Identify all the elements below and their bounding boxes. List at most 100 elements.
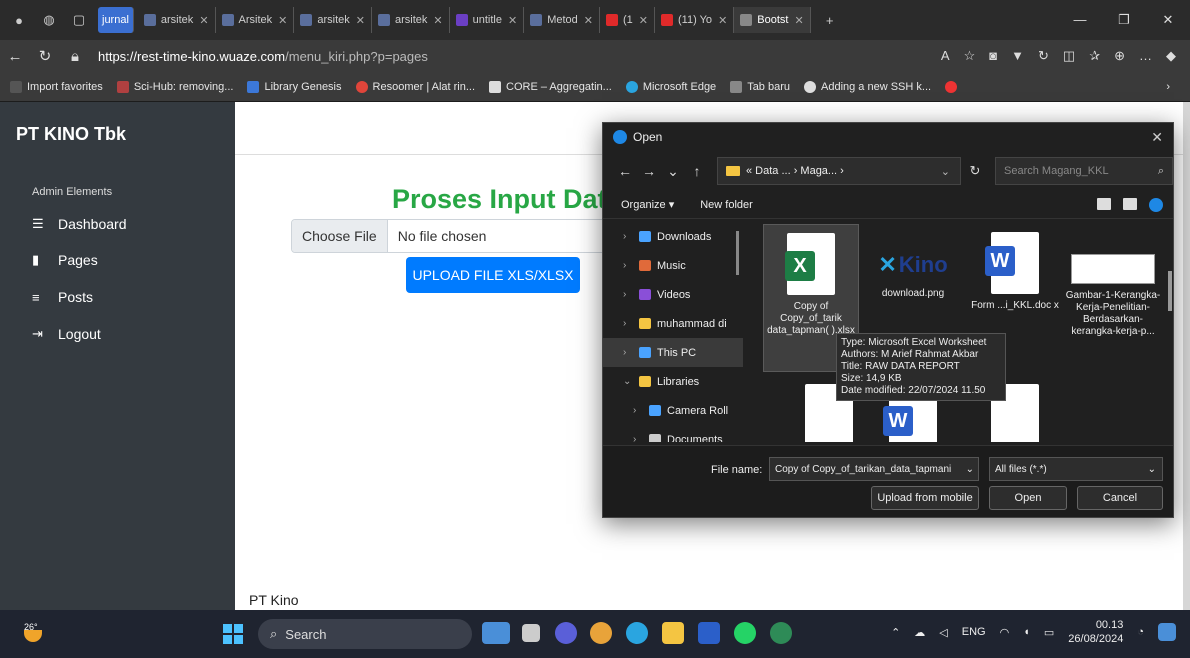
chevron-right-icon[interactable]: › [623,318,639,329]
choose-file-button[interactable]: Choose File [292,220,388,252]
browser-tab[interactable]: Arsitek ✕ [216,7,295,33]
favorite-item[interactable]: Library Genesis [247,80,342,93]
teams-icon[interactable] [555,622,577,644]
tab-group-jurnal[interactable]: jurnal [98,7,134,33]
favorites-icon[interactable]: ✰ [1089,48,1100,64]
lock-icon[interactable]: 🔒︎ [60,48,90,65]
page-scrollbar[interactable] [1183,102,1190,610]
file-grid-scrollbar[interactable] [1168,271,1172,311]
favorite-item[interactable]: Sci-Hub: removing... [116,80,233,93]
up-icon[interactable]: ↑ [685,163,709,179]
task-view-icon[interactable] [522,624,540,642]
close-icon[interactable]: ✕ [199,14,208,27]
favorite-item[interactable]: Adding a new SSH k... [804,80,931,93]
browser-tab[interactable]: arsitek ✕ [294,7,372,33]
close-icon[interactable]: ✕ [584,14,593,27]
restore-icon[interactable]: ❐ [1102,12,1146,28]
clock[interactable]: 00.13 26/08/2024 [1068,618,1123,646]
search-input[interactable]: Search Magang_KKL ⌕ [995,157,1173,185]
preview-pane-icon[interactable] [1123,197,1137,210]
profile-icon[interactable]: ● [8,9,30,31]
close-icon[interactable]: ✕ [718,14,727,27]
file-item[interactable]: W Form ...i_KKL.doc x [967,224,1063,312]
file-type-select[interactable]: All files (*.*) ⌄ [989,457,1163,481]
browser-tab[interactable]: arsitek ✕ [372,7,450,33]
extension-icon[interactable]: ▼ [1011,48,1024,64]
chevron-right-icon[interactable]: › [623,231,639,242]
favorite-item[interactable] [945,80,962,93]
tree-item[interactable]: › Music [603,251,743,280]
url-field[interactable]: https://rest-time-kino.wuaze.com/menu_ki… [98,49,941,64]
back-icon[interactable]: ← [613,163,637,179]
favorite-item[interactable]: Resoomer | Alat rin... [355,80,475,93]
organize-button[interactable]: Organize ▾ [621,198,674,211]
word-icon[interactable] [698,622,720,644]
close-icon[interactable]: ✕ [356,14,365,27]
sidebar-item-logout[interactable]: ⇥ Logout [32,326,101,342]
close-icon[interactable]: ✕ [794,14,803,27]
browser-tab[interactable]: (11) Yo ✕ [655,7,735,33]
whatsapp-icon[interactable] [734,622,756,644]
split-screen-icon[interactable]: ◫ [1063,48,1075,64]
chrome-icon[interactable] [590,622,612,644]
close-icon[interactable]: ✕ [639,14,648,27]
help-icon[interactable] [1149,197,1163,212]
browser-tab[interactable]: (1 ✕ [600,7,655,33]
extension-icon[interactable]: ◙ [989,48,997,64]
close-icon[interactable]: ✕ [1151,129,1163,146]
tree-item[interactable]: ⌄ Libraries [603,367,743,396]
upload-from-mobile-button[interactable]: Upload from mobile [871,486,979,510]
copilot-icon[interactable] [482,622,510,644]
chevron-right-icon[interactable]: › [633,434,649,442]
close-icon[interactable]: ✕ [278,14,287,27]
file-item[interactable]: ✕ Kino download.png [865,224,961,300]
language-indicator[interactable]: ENG [962,626,986,638]
back-icon[interactable]: ← [0,48,30,65]
sidebar-item-dashboard[interactable]: ☰ Dashboard [32,216,127,232]
browser-tab-active[interactable]: Bootst ✕ [734,7,811,33]
browser-tab[interactable]: Metod ✕ [524,7,600,33]
tree-item[interactable]: › Documents [603,425,743,442]
weather-widget[interactable]: 26° [24,622,48,644]
chevron-right-icon[interactable]: › [623,260,639,271]
chevron-down-icon[interactable]: ⌄ [962,463,974,475]
refresh-extension-icon[interactable]: ↻ [1038,48,1049,64]
new-folder-button[interactable]: New folder [700,199,753,211]
onedrive-icon[interactable]: ☁ [914,626,925,639]
workspaces-icon[interactable]: ◍ [38,9,60,31]
sidebar-item-posts[interactable]: ≡ Posts [32,289,93,305]
tree-item-selected[interactable]: › This PC [603,338,743,367]
tree-scrollbar[interactable] [736,231,739,275]
browser-tab[interactable]: arsitek ✕ [138,7,216,33]
view-mode-icon[interactable] [1097,197,1111,210]
tab-actions-icon[interactable]: ▢ [68,9,90,31]
breadcrumb[interactable]: « Data ... › Maga... › ⌄ [717,157,961,185]
cancel-button[interactable]: Cancel [1077,486,1163,510]
tree-item[interactable]: › Videos [603,280,743,309]
more-icon[interactable]: … [1139,48,1152,64]
chevron-right-icon[interactable]: › [633,405,649,416]
sidebar-item-pages[interactable]: ▮ Pages [32,252,98,268]
forward-icon[interactable]: → [637,163,661,179]
battery-icon[interactable]: ▭ [1044,626,1054,639]
open-button[interactable]: Open [989,486,1067,510]
chevron-down-icon[interactable]: ⌄ [941,165,950,178]
tree-item[interactable]: › Camera Roll [603,396,743,425]
tree-item[interactable]: › Downloads [603,222,743,251]
favorite-item[interactable]: Import favorites [10,80,103,93]
chevron-right-icon[interactable]: › [623,289,639,300]
read-aloud-icon[interactable]: A [941,48,950,64]
notification-bell-icon[interactable]: ◔ [1137,626,1144,638]
file-name-input[interactable]: Copy of Copy_of_tarikan_data_tapmani ⌄ [769,457,979,481]
refresh-icon[interactable]: ↻ [30,47,60,65]
app-tray-icon[interactable] [1158,623,1176,641]
favorite-star-icon[interactable]: ☆ [964,48,976,64]
favorite-item[interactable]: Tab baru [730,80,790,93]
chevron-right-icon[interactable]: › [623,347,639,358]
close-icon[interactable]: ✕ [508,14,517,27]
close-icon[interactable]: ✕ [433,14,442,27]
copilot-icon[interactable]: ◆ [1166,48,1176,64]
location-icon[interactable]: ◁ [939,626,947,639]
refresh-icon[interactable]: ↻ [961,163,989,179]
hotspot-icon[interactable] [770,622,792,644]
